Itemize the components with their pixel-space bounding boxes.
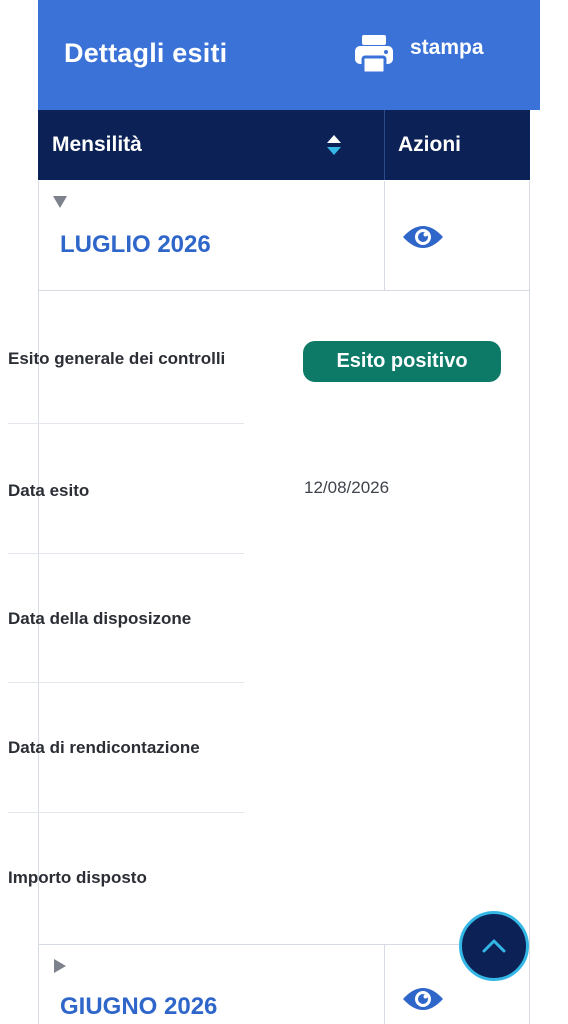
eye-icon[interactable] — [401, 221, 445, 253]
esito-label: Esito generale dei controlli — [8, 349, 226, 368]
column-header-azioni: Azioni — [398, 133, 461, 156]
data-disposizione-label: Data della disposizone — [8, 609, 192, 628]
data-esito-label: Data esito — [8, 481, 90, 500]
eye-icon[interactable] — [401, 983, 445, 1015]
sort-icon[interactable] — [326, 132, 342, 158]
print-button[interactable]: stampa — [352, 26, 522, 76]
importo-label: Importo disposto — [8, 868, 147, 887]
divider — [8, 812, 244, 813]
page-title: Dettagli esiti — [64, 38, 228, 68]
printer-icon — [355, 35, 393, 75]
cell-divider — [384, 181, 385, 291]
divider — [8, 423, 244, 424]
back-to-top-button[interactable] — [459, 911, 529, 981]
divider — [8, 682, 244, 683]
month-link[interactable]: LUGLIO 2026 — [60, 231, 211, 259]
chevron-up-icon — [482, 939, 506, 953]
caret-right-icon[interactable] — [53, 959, 67, 973]
data-rendicontazione-label: Data di rendicontazione — [8, 738, 200, 757]
table-row: LUGLIO 2026 — [38, 181, 530, 291]
month-link[interactable]: GIUGNO 2026 — [60, 993, 217, 1021]
table-header: Mensilità Azioni — [38, 110, 530, 180]
cell-divider — [384, 945, 385, 1024]
print-label: stampa — [410, 36, 484, 59]
status-badge: Esito positivo — [303, 341, 501, 382]
details-header: Dettagli esiti stampa — [38, 0, 540, 110]
divider — [8, 553, 244, 554]
page: Dettagli esiti stampa Mensilità Azioni L… — [0, 0, 568, 1024]
table-row: GIUGNO 2026 — [38, 944, 530, 1024]
caret-down-icon[interactable] — [53, 195, 67, 209]
data-esito-value: 12/08/2026 — [304, 478, 390, 497]
